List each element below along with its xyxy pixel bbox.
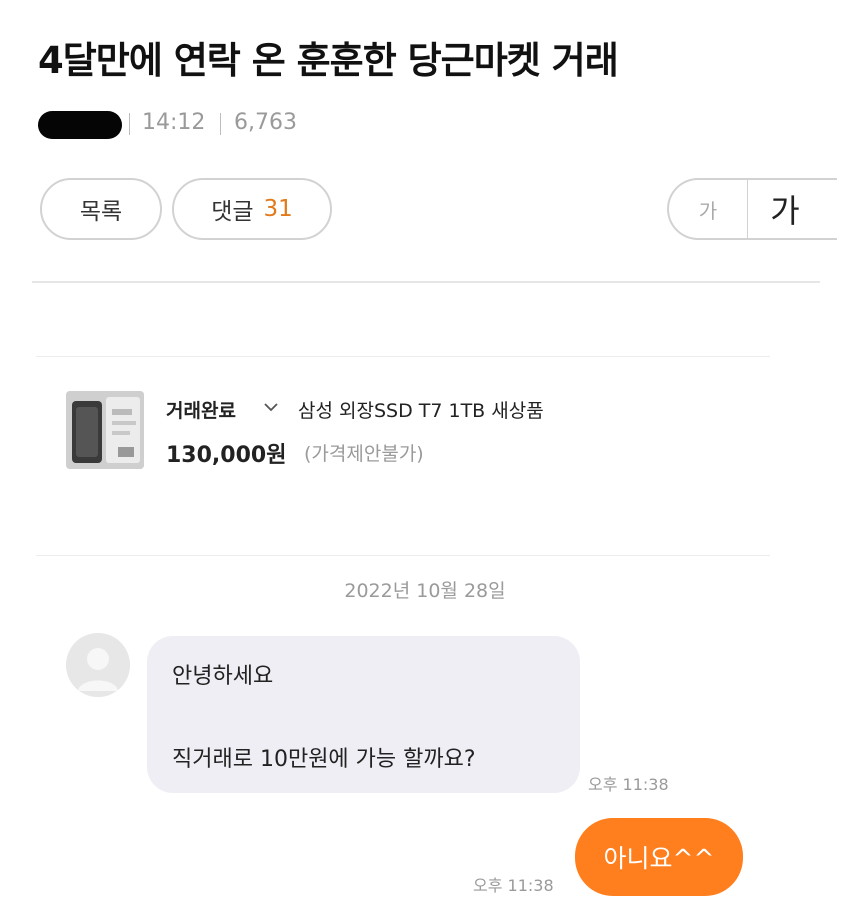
trade-status-dropdown[interactable]: 거래완료 — [166, 396, 236, 423]
price-negotiation-note: (가격제안불가) — [304, 443, 424, 465]
header-divider — [32, 281, 820, 283]
product-bottom-divider — [36, 555, 770, 556]
font-size-control: 가 가 — [667, 178, 837, 240]
comments-button[interactable]: 댓글 31 — [172, 178, 332, 240]
comments-count: 31 — [263, 196, 293, 222]
incoming-message-line: 안녕하세요 — [172, 664, 274, 689]
font-size-decrease-button[interactable]: 가 — [669, 195, 747, 224]
product-thumbnail[interactable] — [66, 391, 144, 469]
outgoing-message-text: 아니요^^ — [603, 844, 715, 873]
comments-button-label: 댓글 — [211, 199, 254, 225]
list-button-label: 목록 — [79, 199, 123, 225]
outgoing-message-time: 오후 11:38 — [473, 876, 554, 895]
meta-divider — [129, 113, 130, 135]
incoming-message-time: 오후 11:38 — [588, 775, 669, 794]
product-price: 130,000원 — [166, 443, 287, 468]
meta-divider — [220, 113, 221, 135]
view-count: 6,763 — [234, 110, 297, 135]
product-top-divider — [36, 356, 770, 357]
font-size-increase-button[interactable]: 가 — [748, 186, 822, 232]
chat-date-separator: 2022년 10월 28일 — [344, 580, 506, 602]
author-name-redacted — [38, 111, 122, 139]
post-time: 14:12 — [142, 110, 206, 135]
list-button[interactable]: 목록 — [40, 178, 162, 240]
incoming-message-line: 직거래로 10만원에 가능 할까요? — [172, 747, 476, 772]
product-name[interactable]: 삼성 외장SSD T7 1TB 새상품 — [298, 396, 544, 423]
chevron-down-icon[interactable] — [262, 398, 280, 421]
outgoing-message-bubble: 아니요^^ — [575, 818, 743, 896]
user-silhouette-icon[interactable] — [66, 633, 130, 697]
post-title: 4달만에 연락 온 훈훈한 당근마켓 거래 — [38, 39, 619, 82]
